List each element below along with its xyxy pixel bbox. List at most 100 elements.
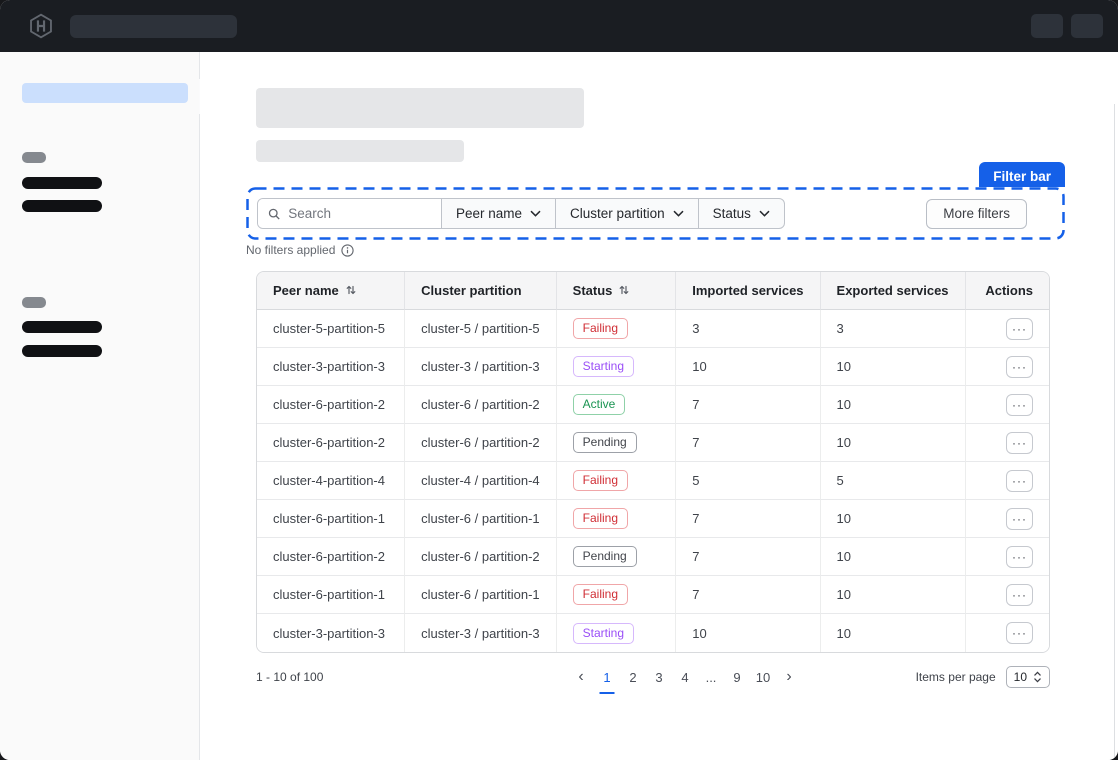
up-down-stepper-icon xyxy=(1033,671,1042,683)
imported-services-cell: 7 xyxy=(676,386,820,424)
status-cell: Pending xyxy=(557,424,677,462)
exported-services-cell: 10 xyxy=(821,538,966,576)
cluster-partition-cell: cluster-6 / partition-1 xyxy=(405,500,557,538)
page-button-3[interactable]: 3 xyxy=(648,665,671,689)
filter-bar-region: Filter bar xyxy=(246,162,1065,257)
chevron-down-icon xyxy=(759,210,770,217)
nav-button-skeleton[interactable] xyxy=(1031,14,1063,38)
pager: ‹ 1234...910› xyxy=(570,665,801,689)
more-filters-button[interactable]: More filters xyxy=(926,199,1027,229)
main-content: Filter bar xyxy=(200,52,1118,760)
search-input[interactable] xyxy=(288,206,431,221)
row-actions-button[interactable]: ··· xyxy=(1006,356,1033,378)
row-actions-button[interactable]: ··· xyxy=(1006,318,1033,340)
previous-page-button[interactable]: ‹ xyxy=(570,665,593,689)
app-body: Filter bar xyxy=(0,52,1118,760)
row-actions-button[interactable]: ··· xyxy=(1006,470,1033,492)
cluster-partition-cell: cluster-6 / partition-2 xyxy=(405,424,557,462)
dropdown-label: Status xyxy=(713,206,751,221)
chevron-down-icon xyxy=(530,210,541,217)
sidebar-item-selected-skeleton[interactable] xyxy=(22,83,188,103)
status-filter-dropdown[interactable]: Status xyxy=(698,199,784,228)
status-badge: Pending xyxy=(573,546,637,567)
exported-services-cell: 3 xyxy=(821,310,966,348)
table-row: cluster-3-partition-3cluster-3 / partiti… xyxy=(257,348,1049,386)
imported-services-cell: 7 xyxy=(676,424,820,462)
table-row: cluster-6-partition-1cluster-6 / partiti… xyxy=(257,576,1049,614)
status-cell: Failing xyxy=(557,310,677,348)
status-badge: Starting xyxy=(573,623,634,644)
sidebar-item-skeleton[interactable] xyxy=(22,177,102,189)
table-row: cluster-6-partition-2cluster-6 / partiti… xyxy=(257,424,1049,462)
chevron-down-icon xyxy=(673,210,684,217)
peer-name-cell: cluster-6-partition-1 xyxy=(257,500,405,538)
row-actions-button[interactable]: ··· xyxy=(1006,508,1033,530)
sort-icon xyxy=(345,284,357,296)
actions-cell: ··· xyxy=(966,614,1049,652)
table-row: cluster-6-partition-2cluster-6 / partiti… xyxy=(257,538,1049,576)
filter-bar: Peer name Cluster partition Status xyxy=(246,187,1065,240)
sidebar-nav xyxy=(0,52,200,760)
status-badge: Failing xyxy=(573,508,628,529)
page-button-10[interactable]: 10 xyxy=(752,665,775,689)
sidebar-item-skeleton[interactable] xyxy=(22,345,102,357)
imported-services-cell: 10 xyxy=(676,348,820,386)
nav-button-skeleton[interactable] xyxy=(1071,14,1103,38)
page-ellipsis: ... xyxy=(700,670,723,685)
nav-search-skeleton[interactable] xyxy=(70,15,237,38)
peer-name-cell: cluster-4-partition-4 xyxy=(257,462,405,500)
exported-services-cell: 10 xyxy=(821,424,966,462)
actions-cell: ··· xyxy=(966,538,1049,576)
cluster-partition-cell: cluster-4 / partition-4 xyxy=(405,462,557,500)
row-actions-button[interactable]: ··· xyxy=(1006,622,1033,644)
column-header-peer-name[interactable]: Peer name xyxy=(257,272,405,310)
next-page-button[interactable]: › xyxy=(778,665,801,689)
exported-services-cell: 10 xyxy=(821,386,966,424)
imported-services-cell: 7 xyxy=(676,538,820,576)
sidebar-item-skeleton[interactable] xyxy=(22,321,102,333)
search-field[interactable] xyxy=(258,199,441,228)
peer-name-filter-dropdown[interactable]: Peer name xyxy=(441,199,555,228)
cluster-partition-cell: cluster-6 / partition-2 xyxy=(405,538,557,576)
peer-name-cell: cluster-3-partition-3 xyxy=(257,614,405,652)
row-actions-button[interactable]: ··· xyxy=(1006,432,1033,454)
actions-cell: ··· xyxy=(966,424,1049,462)
dropdown-label: Peer name xyxy=(456,206,522,221)
page-button-9[interactable]: 9 xyxy=(726,665,749,689)
column-header-cluster-partition[interactable]: Cluster partition xyxy=(405,272,557,310)
hashicorp-logo-icon xyxy=(28,13,54,39)
top-navbar xyxy=(0,0,1118,52)
table-row: cluster-6-partition-2cluster-6 / partiti… xyxy=(257,386,1049,424)
row-actions-button[interactable]: ··· xyxy=(1006,584,1033,606)
peer-name-cell: cluster-6-partition-1 xyxy=(257,576,405,614)
status-badge: Pending xyxy=(573,432,637,453)
page-button-2[interactable]: 2 xyxy=(622,665,645,689)
page-button-4[interactable]: 4 xyxy=(674,665,697,689)
dropdown-label: Cluster partition xyxy=(570,206,665,221)
table-row: cluster-5-partition-5cluster-5 / partiti… xyxy=(257,310,1049,348)
status-badge: Failing xyxy=(573,470,628,491)
items-per-page-select[interactable]: 10 xyxy=(1006,666,1050,688)
status-badge: Failing xyxy=(573,318,628,339)
sidebar-section-label-skeleton xyxy=(22,297,46,308)
table-row: cluster-6-partition-1cluster-6 / partiti… xyxy=(257,500,1049,538)
status-cell: Failing xyxy=(557,462,677,500)
column-header-status[interactable]: Status xyxy=(557,272,677,310)
exported-services-cell: 10 xyxy=(821,500,966,538)
row-actions-button[interactable]: ··· xyxy=(1006,546,1033,568)
no-filters-applied-text: No filters applied xyxy=(246,243,335,257)
cluster-partition-cell: cluster-6 / partition-1 xyxy=(405,576,557,614)
table-row: cluster-3-partition-3cluster-3 / partiti… xyxy=(257,614,1049,652)
table-row: cluster-4-partition-4cluster-4 / partiti… xyxy=(257,462,1049,500)
peer-name-cell: cluster-5-partition-5 xyxy=(257,310,405,348)
cluster-partition-filter-dropdown[interactable]: Cluster partition xyxy=(555,199,698,228)
sidebar-item-skeleton[interactable] xyxy=(22,200,102,212)
app-window: Filter bar xyxy=(0,0,1118,760)
table-header-row: Peer name Cluster partition Status Impor… xyxy=(257,272,1049,310)
row-actions-button[interactable]: ··· xyxy=(1006,394,1033,416)
info-icon[interactable] xyxy=(341,244,354,257)
status-badge: Starting xyxy=(573,356,634,377)
page-button-1[interactable]: 1 xyxy=(596,665,619,689)
sort-icon xyxy=(618,284,630,296)
cluster-partition-cell: cluster-5 / partition-5 xyxy=(405,310,557,348)
